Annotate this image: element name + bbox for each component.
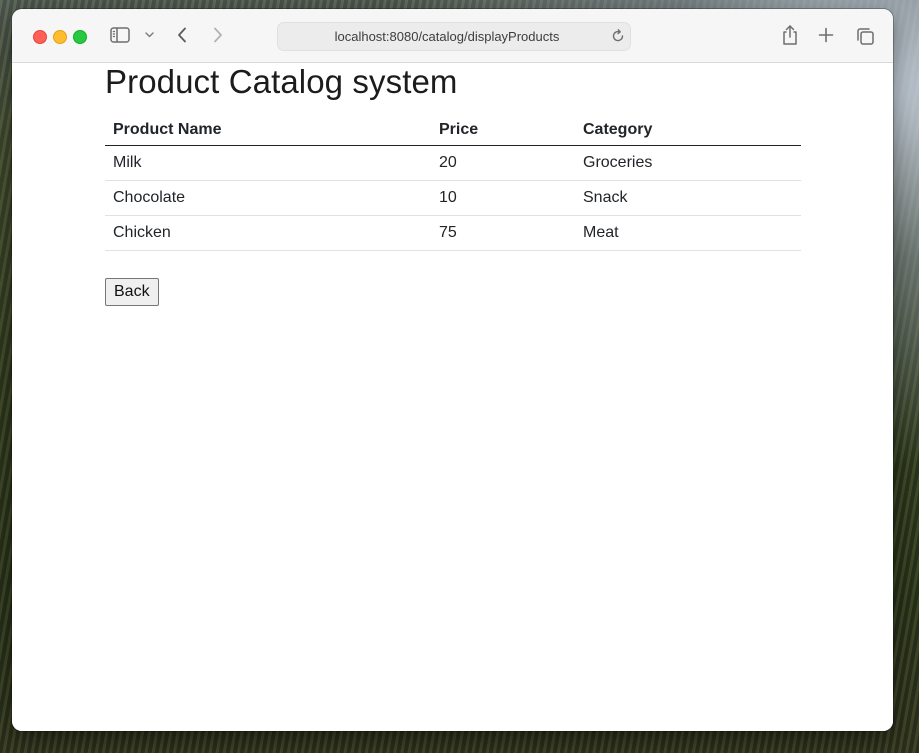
- header-product-name: Product Name: [105, 115, 431, 146]
- price-cell: 75: [431, 215, 575, 251]
- plus-icon[interactable]: [817, 26, 835, 44]
- share-icon[interactable]: [780, 24, 800, 46]
- minimize-window-button[interactable]: [53, 30, 67, 44]
- browser-window: localhost:8080/catalog/displayProducts P…: [12, 9, 893, 731]
- reload-icon[interactable]: [610, 28, 626, 44]
- table-row: Milk 20 Groceries: [105, 145, 801, 181]
- category-cell: Meat: [575, 215, 801, 251]
- product-name-cell: Chocolate: [105, 180, 431, 216]
- tabs-icon[interactable]: [855, 26, 875, 46]
- page-title: Product Catalog system: [105, 63, 458, 100]
- back-button[interactable]: Back: [105, 278, 159, 306]
- header-category: Category: [575, 115, 801, 146]
- back-chevron-left-icon[interactable]: [175, 26, 189, 44]
- forward-chevron-right-icon[interactable]: [211, 26, 225, 44]
- product-name-cell: Chicken: [105, 215, 431, 251]
- products-table: Product Name Price Category Milk 20 Groc…: [105, 115, 801, 251]
- chevron-down-icon[interactable]: [143, 30, 155, 40]
- close-window-button[interactable]: [33, 30, 47, 44]
- product-name-cell: Milk: [105, 145, 431, 181]
- table-row: Chocolate 10 Snack: [105, 180, 801, 216]
- maximize-window-button[interactable]: [73, 30, 87, 44]
- price-cell: 10: [431, 180, 575, 216]
- price-cell: 20: [431, 145, 575, 181]
- category-cell: Snack: [575, 180, 801, 216]
- browser-toolbar: localhost:8080/catalog/displayProducts: [12, 9, 893, 63]
- table-row: Chicken 75 Meat: [105, 215, 801, 251]
- table-header-row: Product Name Price Category: [105, 115, 801, 146]
- category-cell: Groceries: [575, 145, 801, 181]
- page-content: Product Catalog system Product Name Pric…: [12, 63, 893, 731]
- url-text[interactable]: localhost:8080/catalog/displayProducts: [278, 23, 608, 50]
- address-bar[interactable]: localhost:8080/catalog/displayProducts: [277, 22, 631, 51]
- sidebar-icon[interactable]: [110, 26, 130, 44]
- header-price: Price: [431, 115, 575, 146]
